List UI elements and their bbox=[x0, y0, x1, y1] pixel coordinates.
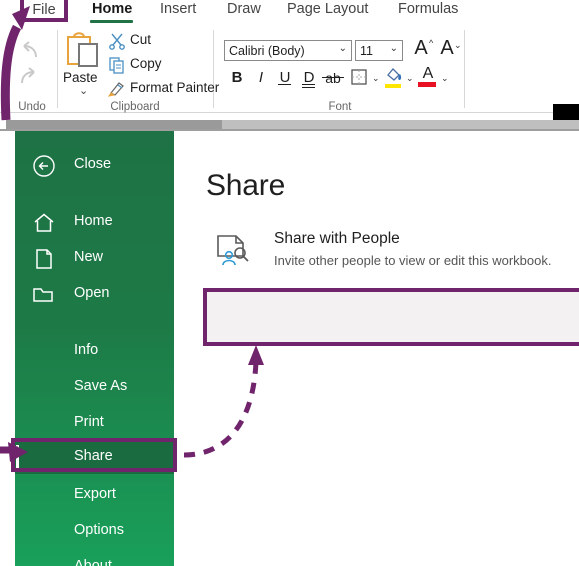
group-label-undo: Undo bbox=[18, 101, 46, 113]
new-document-icon bbox=[32, 247, 56, 271]
strikethrough-button[interactable]: ab bbox=[322, 68, 344, 88]
sidebar-item-home[interactable]: Home bbox=[15, 207, 174, 239]
borders-chevron-down-icon[interactable]: ⌄ bbox=[372, 68, 380, 88]
sidebar-item-label: Print bbox=[74, 414, 104, 430]
double-underline-bar-2 bbox=[302, 87, 315, 88]
strikethrough-bar bbox=[322, 77, 344, 78]
share-pane: Share Share with People Invite other peo… bbox=[174, 131, 579, 566]
double-underline-bar-1 bbox=[302, 84, 315, 85]
tab-page-layout[interactable]: Page Layout bbox=[285, 1, 370, 17]
redo-button[interactable] bbox=[16, 64, 42, 88]
back-arrow-circle-icon bbox=[32, 154, 56, 178]
sidebar-item-open[interactable]: Open bbox=[15, 279, 174, 311]
sidebar-item-label: Export bbox=[74, 486, 116, 502]
underline-bar bbox=[278, 84, 291, 85]
tab-home-underline bbox=[90, 20, 133, 23]
ribbon-separator-3 bbox=[464, 30, 465, 108]
ribbon-separator-1 bbox=[57, 30, 58, 108]
fill-color-button[interactable] bbox=[385, 66, 405, 86]
tab-home[interactable]: Home bbox=[90, 1, 134, 17]
sidebar-item-label: Save As bbox=[74, 378, 128, 394]
paste-chevron-down-icon[interactable]: ⌄ bbox=[79, 84, 88, 97]
font-size-combobox[interactable]: 11 ⌄ bbox=[355, 40, 403, 61]
ribbon: Home Insert Draw Page Layout Formulas Un… bbox=[0, 0, 579, 122]
tab-insert[interactable]: Insert bbox=[158, 1, 198, 17]
sidebar-item-new[interactable]: New bbox=[15, 243, 174, 275]
paintbrush-icon bbox=[108, 82, 124, 97]
double-underline-button[interactable]: D bbox=[300, 68, 318, 88]
sidebar-item-info[interactable]: Info bbox=[15, 336, 174, 368]
undo-button[interactable] bbox=[16, 38, 42, 62]
sidebar-item-save-as[interactable]: Save As bbox=[15, 372, 174, 404]
copy-button[interactable]: Copy bbox=[106, 54, 210, 76]
fill-color-bucket-icon bbox=[387, 68, 402, 81]
ribbon-tab-bar: Home Insert Draw Page Layout Formulas bbox=[0, 0, 579, 24]
copy-label: Copy bbox=[130, 56, 162, 71]
ribbon-scrollbar-thumb[interactable] bbox=[6, 120, 222, 129]
sidebar-item-options[interactable]: Options bbox=[15, 516, 174, 548]
embed-highlight-box bbox=[203, 288, 579, 346]
fill-color-chevron-down-icon[interactable]: ⌄ bbox=[406, 68, 414, 88]
fill-color-swatch bbox=[385, 84, 401, 88]
paste-label: Paste bbox=[63, 70, 98, 85]
share-option-title: Share with People bbox=[274, 230, 400, 247]
share-option-subtitle: Invite other people to view or edit this… bbox=[274, 253, 552, 268]
sidebar-item-label: Open bbox=[74, 285, 110, 301]
open-folder-icon bbox=[32, 283, 56, 307]
decrease-font-size-caret-icon: ⌄ bbox=[454, 40, 462, 50]
sidebar-item-label: Info bbox=[74, 342, 99, 358]
font-name-value: Calibri (Body) bbox=[229, 44, 305, 58]
sidebar-item-label: About bbox=[74, 558, 112, 566]
format-painter-label: Format Painter bbox=[130, 80, 220, 95]
group-label-font: Font bbox=[328, 101, 352, 113]
ribbon-bottom-border bbox=[0, 112, 579, 113]
corner-block bbox=[553, 104, 579, 121]
font-size-value: 11 bbox=[360, 44, 373, 58]
page-title: Share bbox=[206, 169, 286, 202]
sidebar-item-print[interactable]: Print bbox=[15, 408, 174, 440]
font-color-chevron-down-icon[interactable]: ⌄ bbox=[441, 68, 449, 88]
chevron-down-icon[interactable]: ⌄ bbox=[339, 43, 347, 54]
sidebar-item-label: Options bbox=[74, 522, 124, 538]
font-color-button[interactable]: A bbox=[419, 64, 437, 84]
cut-button[interactable]: Cut bbox=[106, 30, 210, 52]
paste-button[interactable] bbox=[64, 30, 106, 75]
font-name-combobox[interactable]: Calibri (Body) ⌄ bbox=[224, 40, 352, 61]
tab-draw[interactable]: Draw bbox=[225, 1, 263, 17]
sidebar-item-about[interactable]: About bbox=[15, 552, 174, 566]
underline-button[interactable]: U bbox=[276, 68, 294, 88]
copy-pages-icon bbox=[109, 57, 124, 74]
scissors-icon bbox=[109, 33, 125, 50]
italic-button[interactable]: I bbox=[252, 68, 270, 88]
borders-grid-icon bbox=[351, 69, 367, 85]
increase-font-size-caret-icon: ^ bbox=[429, 38, 434, 48]
font-color-swatch bbox=[418, 82, 436, 87]
file-tab-label[interactable]: File bbox=[20, 2, 68, 18]
format-painter-button[interactable]: Format Painter bbox=[106, 78, 219, 100]
share-option-share-with-people[interactable]: Share with People Invite other people to… bbox=[174, 226, 579, 282]
sidebar-item-close[interactable]: Close bbox=[15, 150, 174, 182]
sidebar-item-label: Close bbox=[74, 156, 112, 172]
redo-arrow-icon bbox=[21, 67, 35, 84]
sidebar-item-label: New bbox=[74, 249, 104, 265]
ribbon-separator-2 bbox=[213, 30, 214, 108]
backstage-sidebar: Close Home New Open Info Save As Print S… bbox=[15, 131, 174, 566]
cut-label: Cut bbox=[130, 32, 152, 47]
share-highlight-box bbox=[11, 438, 177, 472]
sidebar-item-label: Home bbox=[74, 213, 113, 229]
chevron-down-icon[interactable]: ⌄ bbox=[390, 43, 398, 54]
clipboard-paste-icon bbox=[67, 32, 98, 67]
sidebar-item-export[interactable]: Export bbox=[15, 480, 174, 512]
excel-backstage-share-screenshot: Home Insert Draw Page Layout Formulas Un… bbox=[0, 0, 579, 566]
borders-button[interactable] bbox=[350, 68, 370, 88]
group-label-clipboard: Clipboard bbox=[110, 101, 160, 113]
share-with-people-icon bbox=[217, 235, 249, 266]
undo-arrow-icon bbox=[23, 41, 37, 58]
tab-formulas[interactable]: Formulas bbox=[396, 1, 460, 17]
bold-button[interactable]: B bbox=[228, 68, 246, 88]
home-icon bbox=[32, 211, 56, 235]
